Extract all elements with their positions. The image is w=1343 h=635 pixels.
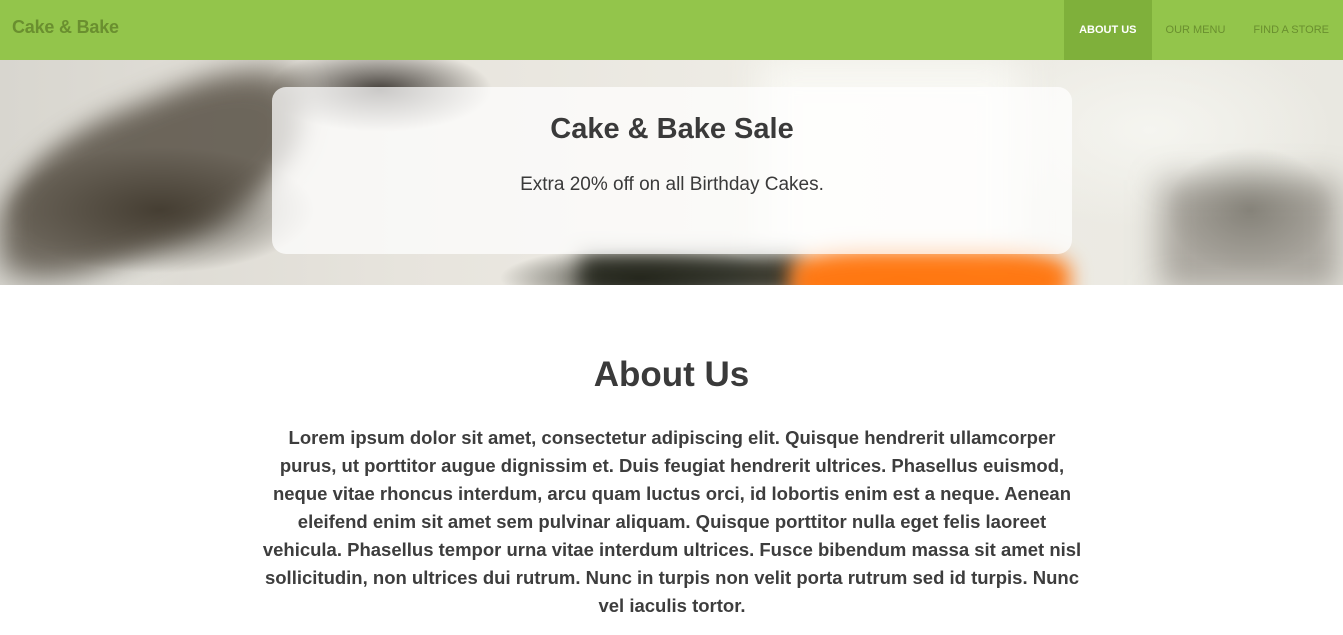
about-title: About Us xyxy=(593,355,750,394)
nav-menu: ABOUT US OUR MENU FIND A STORE xyxy=(1064,0,1343,60)
nav-item-find-a-store[interactable]: FIND A STORE xyxy=(1239,0,1343,60)
nav-item-about-us[interactable]: ABOUT US xyxy=(1064,0,1152,60)
about-section: About Us Lorem ipsum dolor sit amet, con… xyxy=(0,285,1343,635)
navbar: Cake & Bake ABOUT US OUR MENU FIND A STO… xyxy=(0,0,1343,60)
hero-background-orange-area xyxy=(790,250,1070,285)
brand-link[interactable]: Cake & Bake xyxy=(12,16,119,38)
sale-jumbotron: Cake & Bake Sale Extra 20% off on all Bi… xyxy=(272,87,1072,254)
about-text: Lorem ipsum dolor sit amet, consectetur … xyxy=(262,427,1082,616)
hero-background-shadow xyxy=(1160,180,1340,285)
sale-subtitle: Extra 20% off on all Birthday Cakes. xyxy=(520,174,824,195)
hero-banner: Cake & Bake Sale Extra 20% off on all Bi… xyxy=(0,60,1343,285)
sale-title: Cake & Bake Sale xyxy=(550,113,794,145)
hero-background-image xyxy=(0,60,300,285)
hero-background-dark-area xyxy=(580,255,800,285)
nav-item-our-menu[interactable]: OUR MENU xyxy=(1152,0,1240,60)
